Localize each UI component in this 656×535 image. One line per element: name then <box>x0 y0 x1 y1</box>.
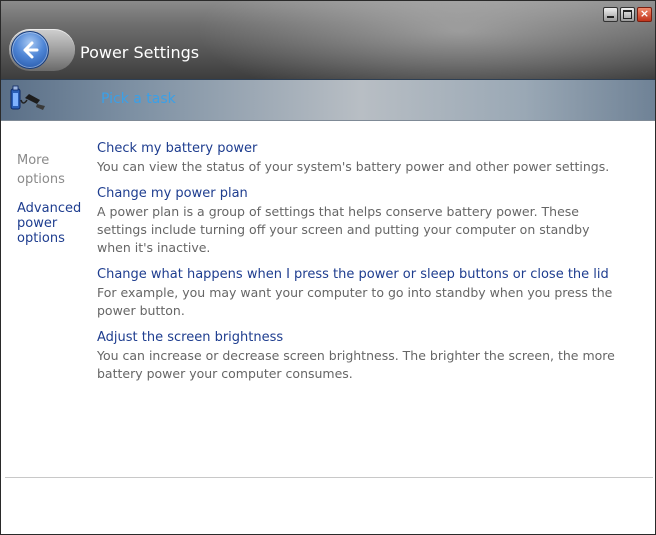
task-header: Pick a task <box>1 79 655 121</box>
task-item: Adjust the screen brightness You can inc… <box>97 329 617 383</box>
task-description: You can view the status of your system's… <box>97 159 610 174</box>
pick-a-task-link[interactable]: Pick a task <box>101 91 176 107</box>
task-item: Change what happens when I press the pow… <box>97 266 617 320</box>
advanced-power-options-link[interactable]: Advanced power options <box>17 201 87 246</box>
close-icon: × <box>639 7 650 20</box>
task-item: Change my power plan A power plan is a g… <box>97 185 617 257</box>
task-item: Check my battery power You can view the … <box>97 140 617 176</box>
battery-plug-icon <box>10 85 45 110</box>
power-settings-window: Power Settings × Pick a task More option… <box>0 0 656 535</box>
footer-divider <box>5 477 653 478</box>
check-battery-power-link[interactable]: Check my battery power <box>97 140 617 157</box>
task-description: For example, you may want your computer … <box>97 285 613 318</box>
sidebar: More options Advanced power options <box>17 151 87 246</box>
adjust-brightness-link[interactable]: Adjust the screen brightness <box>97 329 617 346</box>
title-bar: Power Settings × <box>1 1 655 79</box>
maximize-icon <box>623 10 632 19</box>
more-options-label: More options <box>17 153 65 187</box>
minimize-icon <box>607 16 614 18</box>
task-description: A power plan is a group of settings that… <box>97 204 590 255</box>
close-button[interactable]: × <box>637 7 652 22</box>
change-power-plan-link[interactable]: Change my power plan <box>97 185 617 202</box>
back-arrow-icon <box>23 41 39 59</box>
task-list: Check my battery power You can view the … <box>97 140 617 392</box>
maximize-button[interactable] <box>620 7 635 22</box>
minimize-button[interactable] <box>603 7 618 22</box>
back-button[interactable] <box>11 31 49 69</box>
task-description: You can increase or decrease screen brig… <box>97 348 615 381</box>
window-title: Power Settings <box>80 43 200 62</box>
power-buttons-lid-link[interactable]: Change what happens when I press the pow… <box>97 266 617 283</box>
